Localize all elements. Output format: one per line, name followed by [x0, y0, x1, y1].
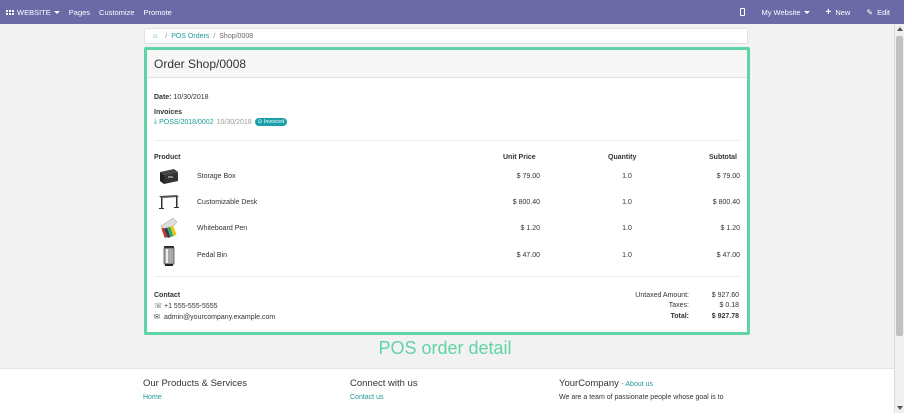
- scroll-down-icon[interactable]: [897, 406, 903, 410]
- footer-products-title: Our Products & Services: [143, 378, 248, 389]
- status-badge: ⊙ Invoiced: [254, 118, 288, 126]
- website-menu-label: WEBSITE: [17, 7, 51, 17]
- product-name: Pedal Bin: [197, 252, 227, 259]
- footer-company-text: We are a team of passionate people whose…: [559, 394, 724, 401]
- breadcrumb-current: Shop/0008: [219, 32, 254, 40]
- navbar-left: WEBSITE Pages Customize Promote: [0, 0, 181, 24]
- new-button[interactable]: + New: [826, 7, 851, 18]
- breadcrumb: ⌂ / POS Orders / Shop/0008: [144, 28, 748, 44]
- unit-price: $ 47.00: [516, 252, 540, 259]
- divider: [154, 276, 740, 277]
- breadcrumb-separator: /: [165, 32, 168, 40]
- footer: Our Products & Services Home Connect wit…: [0, 368, 894, 413]
- pages-menu[interactable]: Pages: [69, 8, 90, 17]
- customize-menu[interactable]: Customize: [99, 8, 134, 17]
- envelope-icon: ✉: [154, 314, 160, 321]
- unit-price: $ 79.00: [516, 173, 540, 180]
- order-title: Order Shop/0008: [147, 50, 747, 78]
- footer-contact-link[interactable]: Contact us: [350, 394, 418, 401]
- invoice-entry: ⤓ POSS/2018/0002 10/30/2018 ⊙ Invoiced: [154, 118, 288, 126]
- chevron-down-icon: [53, 10, 60, 14]
- subtotal: $ 47.00: [716, 252, 740, 259]
- page-scrollbar[interactable]: [894, 24, 904, 413]
- mobile-icon: [740, 8, 746, 16]
- taxes-label: Taxes:: [668, 302, 689, 309]
- col-header-subtotal: Subtotal: [709, 154, 737, 161]
- breadcrumb-pos-orders-link[interactable]: POS Orders: [171, 33, 209, 40]
- breadcrumb-separator: /: [213, 32, 216, 40]
- apps-grid-icon: [6, 9, 14, 15]
- chevron-down-icon: [803, 10, 810, 14]
- contact-phone-value: +1 555-555-5555: [164, 302, 218, 310]
- quantity: 1.0: [622, 252, 632, 259]
- edit-button[interactable]: ✎ Edit: [866, 8, 890, 17]
- pencil-icon: ✎: [866, 7, 874, 17]
- col-header-product: Product: [154, 154, 181, 161]
- total-value: $ 927.78: [711, 313, 739, 320]
- quantity: 1.0: [622, 173, 632, 180]
- invoice-link[interactable]: POSS/2018/0002: [159, 119, 214, 126]
- total-label: Total:: [670, 313, 689, 320]
- order-date-label: Date:: [154, 94, 172, 101]
- footer-col-connect: Connect with us Contact us: [350, 378, 418, 401]
- taxes-value: $ 0.18: [719, 302, 739, 309]
- home-icon[interactable]: ⌂: [153, 33, 157, 40]
- unit-price: $ 1.20: [520, 225, 540, 232]
- edit-label: Edit: [877, 7, 890, 17]
- new-label: New: [835, 7, 851, 17]
- footer-home-link[interactable]: Home: [143, 394, 247, 401]
- divider: [154, 140, 740, 141]
- order-date: Date: 10/30/2018: [154, 94, 209, 101]
- my-website-label: My Website: [761, 7, 801, 17]
- annotation-caption: POS order detail: [378, 338, 512, 358]
- product-name: Storage Box: [197, 173, 236, 180]
- invoice-date: 10/30/2018: [216, 118, 252, 126]
- website-menu[interactable]: WEBSITE: [6, 8, 60, 17]
- subtotal: $ 1.20: [720, 225, 740, 232]
- col-header-quantity: Quantity: [608, 154, 637, 161]
- mobile-preview-button[interactable]: [740, 8, 746, 16]
- subtotal: $ 800.40: [712, 199, 740, 206]
- pedal-bin-icon: [163, 246, 175, 266]
- footer-company-title: YourCompany - About us: [559, 378, 723, 389]
- contact-email-value: admin@yourcompany.example.com: [164, 313, 276, 321]
- navbar-right: My Website + New ✎ Edit: [724, 0, 890, 24]
- storage-box-icon: [160, 169, 178, 184]
- footer-col-products: Our Products & Services Home: [143, 378, 247, 401]
- contact-email: ✉ admin@yourcompany.example.com: [154, 313, 276, 322]
- product-name: Whiteboard Pen: [197, 225, 248, 232]
- scrollbar-thumb[interactable]: [896, 36, 903, 336]
- footer-company-name: YourCompany: [559, 378, 619, 389]
- invoices-label: Invoices: [154, 109, 183, 116]
- order-card: Order Shop/0008 Date: 10/30/2018 Invoice…: [144, 47, 750, 335]
- subtotal: $ 79.00: [716, 173, 740, 180]
- contact-title: Contact: [154, 292, 181, 299]
- order-date-value: 10/30/2018: [173, 94, 209, 101]
- top-navbar: WEBSITE Pages Customize Promote My Websi…: [0, 0, 904, 24]
- quantity: 1.0: [622, 199, 632, 206]
- desk-icon: [159, 195, 179, 209]
- footer-connect-title: Connect with us: [350, 378, 418, 389]
- pens-icon: [160, 217, 178, 239]
- my-website-menu[interactable]: My Website: [761, 7, 810, 17]
- unit-price: $ 800.40: [512, 199, 540, 206]
- untaxed-amount-value: $ 927.60: [711, 292, 739, 299]
- footer-about-link[interactable]: About us: [625, 381, 653, 388]
- contact-phone: ☏ +1 555-555-5555: [154, 302, 218, 311]
- scroll-up-icon[interactable]: [897, 27, 903, 31]
- download-icon: ⤓: [154, 118, 158, 125]
- promote-menu[interactable]: Promote: [143, 8, 171, 17]
- product-name: Customizable Desk: [197, 199, 258, 206]
- footer-col-company: YourCompany - About us We are a team of …: [559, 378, 723, 401]
- phone-icon: ☏: [154, 303, 163, 310]
- col-header-unit-price: Unit Price: [503, 154, 536, 161]
- untaxed-amount-label: Untaxed Amount:: [635, 292, 689, 299]
- quantity: 1.0: [622, 225, 632, 232]
- plus-icon: +: [825, 6, 832, 18]
- status-badge-label: Invoiced: [263, 119, 285, 125]
